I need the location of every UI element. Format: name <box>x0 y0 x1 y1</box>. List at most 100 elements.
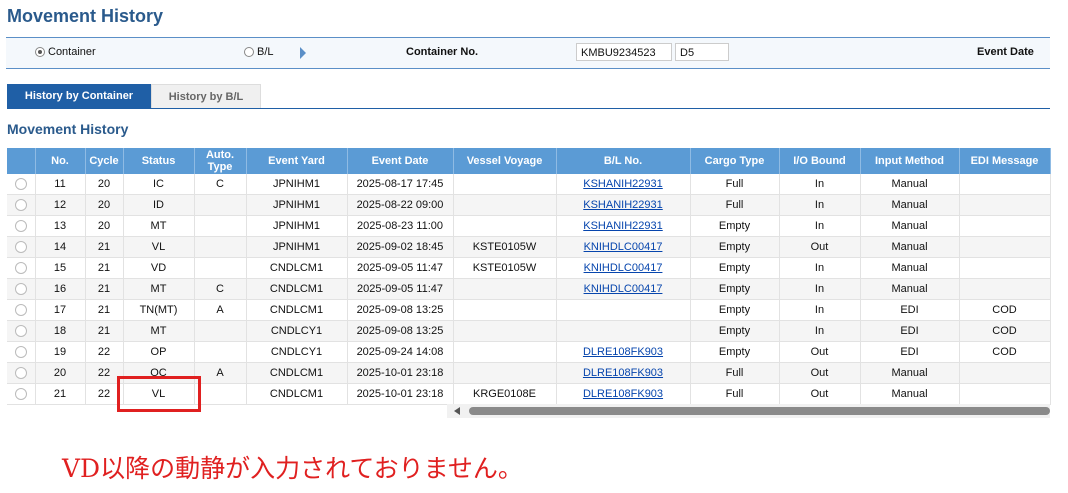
page-title: Movement History <box>7 6 164 26</box>
row-bl-link[interactable]: KSHANIH22931 <box>583 199 663 211</box>
row-select-radio[interactable] <box>14 262 27 275</box>
row-cargo-type: Empty <box>690 215 780 237</box>
row-select-radio[interactable] <box>14 304 27 317</box>
scroll-thumb[interactable] <box>469 407 1050 415</box>
row-input-method: Manual <box>860 362 960 384</box>
scroll-left-icon[interactable] <box>454 407 460 415</box>
row-event-date: 2025-08-22 09:00 <box>347 194 454 216</box>
row-select-cell[interactable] <box>7 341 36 363</box>
row-bl-link[interactable]: KSHANIH22931 <box>583 178 663 190</box>
row-bl-cell <box>556 299 691 321</box>
row-cargo-type: Empty <box>690 257 780 279</box>
row-select-radio[interactable] <box>14 199 27 212</box>
row-event-date: 2025-10-01 23:18 <box>347 362 454 384</box>
tab-history-by-container[interactable]: History by Container <box>7 84 151 108</box>
row-select-cell[interactable] <box>7 257 36 279</box>
column-header-io-bound[interactable]: I/O Bound <box>779 148 861 174</box>
row-select-radio[interactable] <box>14 241 27 254</box>
table-row[interactable]: 19 22 OP CNDLCY1 2025-09-24 14:08 DLRE108FK90… <box>7 341 1051 363</box>
row-cycle: 21 <box>85 278 124 300</box>
table-row[interactable]: 17 21 TN(MT) A CNDLCM1 2025-09-08 13:25 Empty I… <box>7 299 1051 321</box>
row-select-cell[interactable] <box>7 383 36 405</box>
row-select-cell[interactable] <box>7 174 36 195</box>
container-radio-label[interactable]: Container <box>48 46 96 58</box>
row-select-radio[interactable] <box>14 388 27 401</box>
table-row[interactable]: 16 21 MT C CNDLCM1 2025-09-05 11:47 KNIHDLC004… <box>7 278 1051 300</box>
row-bl-link[interactable]: KNIHDLC00417 <box>584 241 663 253</box>
row-edi-message: COD <box>959 299 1051 321</box>
column-header-auto-type[interactable]: Auto. Type <box>194 148 247 174</box>
column-header-event-date[interactable]: Event Date <box>347 148 454 174</box>
row-event-date: 2025-09-02 18:45 <box>347 236 454 258</box>
row-select-radio[interactable] <box>14 367 27 380</box>
column-header-edi-message[interactable]: EDI Message <box>959 148 1051 174</box>
table-row[interactable]: 12 20 ID JPNIHM1 2025-08-22 09:00 KSHANIH2293… <box>7 194 1051 216</box>
column-header-select[interactable] <box>7 148 36 174</box>
row-bl-link[interactable]: KNIHDLC00417 <box>584 262 663 274</box>
row-cycle: 20 <box>85 174 124 195</box>
row-select-cell[interactable] <box>7 299 36 321</box>
row-input-method: Manual <box>860 278 960 300</box>
column-header-input-method[interactable]: Input Method <box>860 148 960 174</box>
row-cargo-type: Empty <box>690 236 780 258</box>
horizontal-scrollbar[interactable] <box>447 404 1050 418</box>
row-status: MT <box>123 215 195 237</box>
column-header-cycle[interactable]: Cycle <box>85 148 124 174</box>
row-input-method: Manual <box>860 215 960 237</box>
row-select-radio[interactable] <box>14 346 27 359</box>
row-select-cell[interactable] <box>7 215 36 237</box>
table-row[interactable]: 13 20 MT JPNIHM1 2025-08-23 11:00 KSHANIH2293… <box>7 215 1051 237</box>
column-header-cargo-type[interactable]: Cargo Type <box>690 148 780 174</box>
row-cargo-type: Full <box>690 383 780 405</box>
container-radio[interactable] <box>35 47 45 57</box>
row-select-cell[interactable] <box>7 194 36 216</box>
row-io-bound: In <box>779 215 861 237</box>
row-bl-link[interactable]: KSHANIH22931 <box>583 220 663 232</box>
row-bl-link[interactable]: DLRE108FK903 <box>583 388 663 400</box>
row-cargo-type: Full <box>690 194 780 216</box>
table-row[interactable]: 18 21 MT CNDLCY1 2025-09-08 13:25 Empty In EDI C… <box>7 320 1051 342</box>
row-io-bound: In <box>779 278 861 300</box>
row-select-cell[interactable] <box>7 278 36 300</box>
section-title: Movement History <box>7 121 129 137</box>
row-no: 17 <box>35 299 86 321</box>
row-status: MT <box>123 278 195 300</box>
column-header-bl-no[interactable]: B/L No. <box>556 148 691 174</box>
row-event-yard: JPNIHM1 <box>246 194 348 216</box>
row-edi-message: COD <box>959 341 1051 363</box>
row-auto-type <box>194 194 247 216</box>
highlight-box <box>117 376 201 412</box>
row-auto-type: A <box>194 299 247 321</box>
row-event-yard: JPNIHM1 <box>246 215 348 237</box>
row-bl-cell: KNIHDLC00417 <box>556 257 691 279</box>
table-row[interactable]: 11 20 IC C JPNIHM1 2025-08-17 17:45 KSHANIH229… <box>7 174 1051 195</box>
row-bl-link[interactable]: KNIHDLC00417 <box>584 283 663 295</box>
tab-history-by-bl[interactable]: History by B/L <box>151 84 261 108</box>
row-auto-type: C <box>194 278 247 300</box>
row-input-method: Manual <box>860 236 960 258</box>
row-bl-link[interactable]: DLRE108FK903 <box>583 367 663 379</box>
row-bl-cell: KNIHDLC00417 <box>556 236 691 258</box>
row-bl-link[interactable]: DLRE108FK903 <box>583 346 663 358</box>
row-select-radio[interactable] <box>14 325 27 338</box>
row-select-cell[interactable] <box>7 320 36 342</box>
row-select-radio[interactable] <box>14 178 27 191</box>
bl-radio[interactable] <box>244 47 254 57</box>
container-no-input[interactable]: KMBU9234523 <box>576 43 672 61</box>
row-select-cell[interactable] <box>7 362 36 384</box>
table-row[interactable]: 14 21 VL JPNIHM1 2025-09-02 18:45 KSTE0105W KN… <box>7 236 1051 258</box>
column-header-status[interactable]: Status <box>123 148 195 174</box>
bl-radio-label[interactable]: B/L <box>257 46 274 58</box>
check-digit-input[interactable]: D5 <box>675 43 729 61</box>
row-select-radio[interactable] <box>14 283 27 296</box>
column-header-event-yard[interactable]: Event Yard <box>246 148 348 174</box>
table-row[interactable]: 15 21 VD CNDLCM1 2025-09-05 11:47 KSTE0105W KN… <box>7 257 1051 279</box>
row-select-cell[interactable] <box>7 236 36 258</box>
row-auto-type: C <box>194 174 247 195</box>
column-header-no[interactable]: No. <box>35 148 86 174</box>
row-vessel-voyage <box>453 362 557 384</box>
row-status: ID <box>123 194 195 216</box>
column-header-vessel-voyage[interactable]: Vessel Voyage <box>453 148 557 174</box>
search-bar: Container B/L Container No. KMBU9234523 … <box>6 37 1050 69</box>
row-select-radio[interactable] <box>14 220 27 233</box>
